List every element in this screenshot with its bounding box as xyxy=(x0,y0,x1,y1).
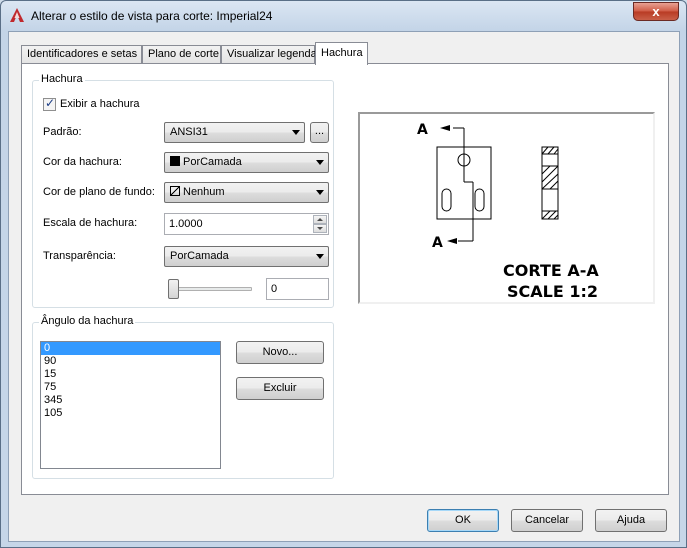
help-button[interactable]: Ajuda xyxy=(595,509,667,532)
arrow-bottom-icon xyxy=(447,238,457,244)
transparency-value: PorCamada xyxy=(170,250,229,262)
background-color-label: Cor de plano de fundo: xyxy=(43,186,155,198)
ok-button[interactable]: OK xyxy=(427,509,499,532)
show-hatch-label: Exibir a hachura xyxy=(60,98,140,110)
list-item[interactable]: 105 xyxy=(41,407,220,420)
chevron-down-icon xyxy=(316,160,324,165)
arrow-top-icon xyxy=(440,125,450,131)
section-caption-line2: SCALE 1:2 xyxy=(507,282,598,301)
hatched-section xyxy=(541,146,559,220)
list-item[interactable]: 0 xyxy=(41,342,220,355)
transparency-dropdown[interactable]: PorCamada xyxy=(164,246,329,267)
list-item[interactable]: 15 xyxy=(41,368,220,381)
close-icon: x xyxy=(652,4,660,19)
chevron-down-icon xyxy=(292,130,300,135)
section-caption-line1: CORTE A-A xyxy=(503,261,599,280)
title-bar[interactable]: Alterar o estilo de vista para corte: Im… xyxy=(1,1,686,31)
spin-up-icon[interactable] xyxy=(313,215,327,224)
window-title: Alterar o estilo de vista para corte: Im… xyxy=(31,9,273,23)
hatch-group-title: Hachura xyxy=(39,73,85,85)
hatch-tab-panel: Hachura Exibir a hachura Padrão: ANSI31 … xyxy=(21,63,669,495)
close-button[interactable]: x xyxy=(633,2,679,21)
transparency-slider-thumb[interactable] xyxy=(168,279,179,299)
spin-down-icon[interactable] xyxy=(313,224,327,233)
hatch-scale-input[interactable]: 1.0000 xyxy=(164,213,329,235)
hatch-angle-group-title: Ângulo da hachura xyxy=(39,315,136,327)
delete-angle-button[interactable]: Excluir xyxy=(236,377,324,400)
section-preview: A A CORTE A-A SCALE 1:2 xyxy=(358,112,655,304)
transparency-slider-track[interactable] xyxy=(170,287,252,291)
cancel-button[interactable]: Cancelar xyxy=(511,509,583,532)
section-label-bottom: A xyxy=(432,235,443,251)
dialog-client: Identificadores e setas Plano de corte V… xyxy=(8,31,680,542)
new-angle-button[interactable]: Novo... xyxy=(236,341,324,364)
color-swatch-icon xyxy=(170,156,180,166)
hatch-color-value: PorCamada xyxy=(183,156,242,168)
pattern-label: Padrão: xyxy=(43,126,82,138)
hatch-angle-listbox[interactable]: 0 90 15 75 345 105 xyxy=(40,341,221,469)
list-item[interactable]: 90 xyxy=(41,355,220,368)
hatch-angle-group: Ângulo da hachura 0 90 15 75 345 105 Nov… xyxy=(32,315,334,479)
pattern-value: ANSI31 xyxy=(170,126,208,138)
background-color-dropdown[interactable]: Nenhum xyxy=(164,182,329,203)
transparency-amount-value: 0 xyxy=(271,283,278,295)
hatch-scale-value: 1.0000 xyxy=(169,218,203,230)
chevron-down-icon xyxy=(316,190,324,195)
hatch-color-label: Cor da hachura: xyxy=(43,156,122,168)
list-item[interactable]: 75 xyxy=(41,381,220,394)
list-item[interactable]: 345 xyxy=(41,394,220,407)
hatch-group: Hachura Exibir a hachura Padrão: ANSI31 … xyxy=(32,73,334,308)
tab-view-label[interactable]: Visualizar legenda xyxy=(221,45,317,64)
chevron-down-icon xyxy=(316,254,324,259)
section-preview-drawing: A A CORTE A-A SCALE 1:2 xyxy=(417,122,599,301)
hatch-scale-label: Escala de hachura: xyxy=(43,217,138,229)
tab-cutting-plane[interactable]: Plano de corte xyxy=(142,45,221,64)
tab-identifiers-arrows[interactable]: Identificadores e setas xyxy=(21,45,142,64)
no-color-swatch-icon xyxy=(170,186,180,196)
autocad-a-icon xyxy=(10,8,24,22)
show-hatch-checkbox[interactable] xyxy=(43,96,56,111)
background-color-value: Nenhum xyxy=(183,186,225,198)
hatch-color-dropdown[interactable]: PorCamada xyxy=(164,152,329,173)
tab-hatch[interactable]: Hachura xyxy=(315,42,368,65)
pattern-browse-button[interactable]: ... xyxy=(310,122,329,143)
transparency-amount-input[interactable]: 0 xyxy=(266,278,329,300)
pattern-dropdown[interactable]: ANSI31 xyxy=(164,122,305,143)
section-label-top: A xyxy=(417,122,428,138)
dialog-window: Alterar o estilo de vista para corte: Im… xyxy=(0,0,687,548)
transparency-label: Transparência: xyxy=(43,250,116,262)
